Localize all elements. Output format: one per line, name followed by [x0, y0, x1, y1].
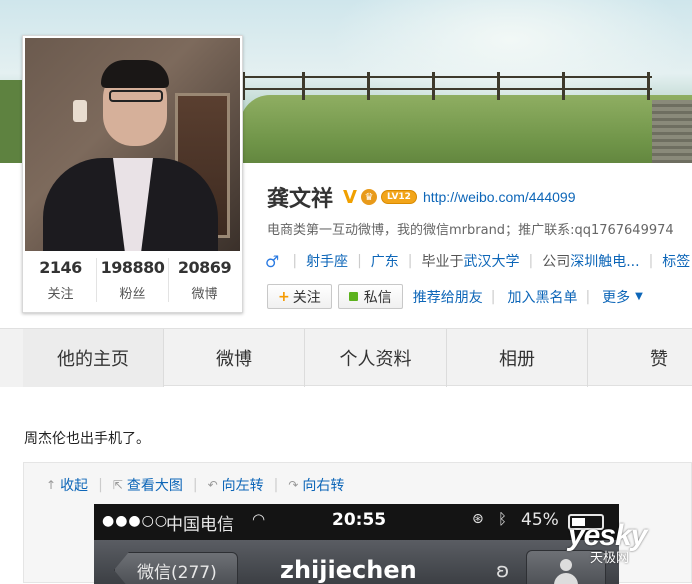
profile-url-link[interactable]: http://weibo.com/444099 [423, 189, 576, 205]
tags-link[interactable]: 标签 [662, 251, 690, 271]
divider: | [98, 477, 103, 493]
blacklist-link[interactable]: 加入黑名单 [507, 287, 577, 307]
wifi-icon: ◠ [252, 510, 266, 528]
company-prefix: 公司 [542, 254, 571, 270]
cover-fence [242, 72, 652, 100]
rotation-lock-icon: ⊛ [472, 511, 484, 527]
view-large-label: 查看大图 [126, 478, 183, 494]
tab-likes[interactable]: 赞 [588, 329, 692, 387]
rotate-right-icon: ↷ [288, 478, 299, 492]
message-icon [348, 292, 358, 301]
rotate-right-label: 向右转 [302, 478, 345, 494]
stat-following[interactable]: 2146 关注 [25, 258, 97, 302]
phone-clock: 20:55 [332, 510, 387, 530]
profile-name: 龚文祥 [267, 187, 334, 212]
divider: | [192, 477, 198, 493]
level-badge[interactable]: LV12 [380, 190, 417, 204]
stat-label: 粉丝 [119, 287, 146, 302]
message-label: 私信 [363, 289, 392, 306]
external-link-icon: ⇱ [112, 478, 123, 492]
phone-nav-bar: 微信(277) zhijiechen ʚ [94, 540, 619, 584]
recommend-link[interactable]: 推荐给朋友 [413, 287, 483, 307]
view-large-button[interactable]: ⇱ 查看大图 [113, 475, 183, 495]
post-text: 周杰伦也出手机了。 [24, 431, 150, 447]
tab-profile-info[interactable]: 个人资料 [305, 329, 447, 387]
male-icon: ♂ [265, 251, 280, 271]
profile-actions: + 关注 私信 推荐给朋友 | 加入黑名单 | 更多 ▼ [267, 284, 643, 309]
rotate-right-button[interactable]: ↷ 向右转 [288, 475, 344, 495]
stat-label: 关注 [47, 287, 74, 302]
phone-chat-title: zhijiechen [280, 556, 417, 584]
divider: | [648, 253, 654, 269]
stat-value: 198880 [100, 258, 165, 277]
avatar[interactable] [25, 38, 240, 251]
school-prefix: 毕业于 [421, 254, 464, 270]
rotate-left-icon: ↶ [207, 478, 218, 492]
collapse-button[interactable]: ↑ 收起 [46, 475, 88, 495]
verified-icon[interactable]: V [343, 187, 357, 208]
vip-crown-icon[interactable]: ♛ [360, 189, 377, 205]
rotate-left-label: 向左转 [221, 478, 264, 494]
divider: | [407, 253, 413, 269]
yesky-watermark: yesky 天极网 [568, 519, 647, 566]
media-toolbar: ↑ 收起 | ⇱ 查看大图 | ↶ 向左转 | ↷ 向右转 [46, 475, 344, 495]
divider: | [292, 253, 298, 269]
cover-stairs [652, 100, 692, 163]
stat-posts[interactable]: 20869 微博 [169, 258, 240, 302]
location-link[interactable]: 广东 [371, 251, 399, 271]
company-link[interactable]: 深圳触电... [570, 251, 639, 271]
profile-description: 电商类第一互动微博，我的微信mrbrand；推广联系:qq1767649974 [267, 223, 674, 238]
arrow-up-icon: ↑ [46, 478, 57, 492]
stat-followers[interactable]: 198880 粉丝 [97, 258, 169, 302]
follow-button[interactable]: + 关注 [267, 284, 332, 309]
stat-label: 微博 [191, 287, 218, 302]
cover-hill [240, 95, 692, 163]
phone-status-bar: ●●●○○ 中国电信 ◠ 20:55 ⊛ ᛒ 45% [94, 504, 619, 540]
divider: | [357, 253, 362, 269]
more-link[interactable]: 更多 [602, 287, 630, 307]
stat-value: 20869 [177, 258, 232, 277]
profile-meta: ♂ | 射手座 | 广东 | 毕业于 武汉大学 | 公司 深圳触电... | 标… [265, 251, 690, 271]
signal-icon: ●●●○○ [102, 513, 169, 529]
school-link[interactable]: 武汉大学 [464, 251, 520, 271]
earpiece-icon: ʚ [496, 558, 510, 582]
post-image[interactable]: ●●●○○ 中国电信 ◠ 20:55 ⊛ ᛒ 45% 微信(277) zhiji… [94, 504, 619, 584]
divider: | [585, 288, 591, 305]
profile-tabs: 他的主页 微博 个人资料 相册 赞 [0, 328, 692, 387]
divider: | [273, 477, 279, 493]
divider: | [528, 253, 534, 269]
rotate-left-button[interactable]: ↶ 向左转 [208, 475, 264, 495]
collapse-label: 收起 [60, 478, 89, 494]
tab-home[interactable]: 他的主页 [23, 329, 164, 387]
tab-weibo[interactable]: 微博 [164, 329, 305, 387]
avatar-card: 2146 关注 198880 粉丝 20869 微博 [22, 35, 243, 313]
plus-icon: + [278, 288, 290, 305]
bluetooth-icon: ᛒ [498, 510, 508, 528]
battery-percent: 45% [521, 510, 559, 530]
stat-value: 2146 [39, 258, 82, 277]
profile-stats: 2146 关注 198880 粉丝 20869 微博 [25, 251, 240, 309]
profile-name-row: 龚文祥 V ♛ LV12 http://weibo.com/444099 [267, 181, 576, 213]
carrier-label: 中国电信 [166, 515, 234, 535]
message-button[interactable]: 私信 [337, 284, 403, 309]
chevron-down-icon[interactable]: ▼ [635, 291, 643, 302]
follow-label: 关注 [292, 289, 321, 306]
zodiac-link[interactable]: 射手座 [306, 251, 348, 271]
divider: | [490, 288, 496, 305]
phone-back-button: 微信(277) [114, 552, 238, 584]
tab-album[interactable]: 相册 [447, 329, 588, 387]
